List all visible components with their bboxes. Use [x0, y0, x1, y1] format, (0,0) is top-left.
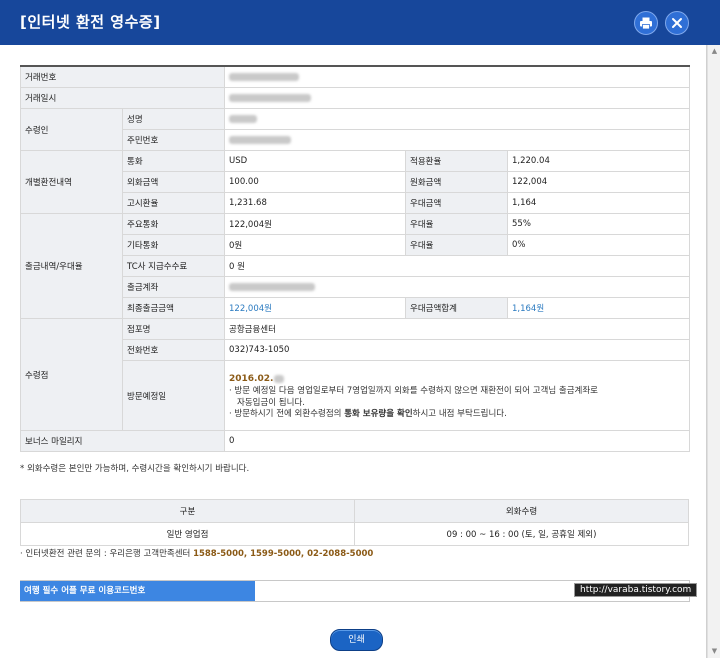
- pref-rate2-label: 우대율: [405, 234, 508, 256]
- watermark: http://varaba.tistory.com: [574, 583, 698, 597]
- print-icon: [640, 17, 652, 30]
- main-currency-label: 주요통화: [122, 213, 225, 235]
- other-currency-label: 기타통화: [122, 234, 225, 256]
- scroll-down-arrow-icon[interactable]: ▼: [708, 645, 720, 658]
- krw-amount-value: 122,004: [506, 171, 691, 193]
- pickup-branch-label: 수령점: [20, 318, 123, 431]
- account-label: 출금계좌: [122, 276, 225, 298]
- final-amount-label: 최종출금금액: [122, 297, 225, 319]
- hours-row-time: 09 : 00 ~ 16 : 00 (토, 일, 공휴일 제외): [354, 522, 689, 546]
- pickup-note: * 외화수령은 본인만 가능하며, 수령시간을 확인하시기 바랍니다.: [20, 464, 250, 474]
- table-row: 수령인 성명: [20, 108, 691, 151]
- bonus-mileage-label: 보너스 마일리지: [20, 430, 225, 452]
- tc-fee-label: TC사 지급수수료: [122, 255, 225, 277]
- visit-note-1b: 자동입금이 됩니다.: [237, 397, 305, 408]
- tc-fee-value: 0 원: [223, 255, 691, 277]
- pref-rate-label: 우대율: [405, 213, 508, 235]
- txn-no-label: 거래번호: [20, 65, 225, 88]
- exchange-label: 개별환전내역: [20, 150, 123, 214]
- other-currency-value: 0원: [224, 234, 406, 256]
- inquiry-note: · 인터넷환전 관련 문의 : 우리은행 고객만족센터 1588-5000, 1…: [20, 547, 373, 559]
- visit-date-label: 방문예정일: [122, 360, 225, 431]
- txn-no-value: [223, 65, 691, 88]
- table-row: 개별환전내역 통화 USD 적용환율 1,220.04: [20, 150, 691, 214]
- table-row: 일반 영업점 09 : 00 ~ 16 : 00 (토, 일, 공휴일 제외): [20, 522, 689, 546]
- print-submit-button[interactable]: 인쇄: [330, 629, 383, 651]
- visit-note-2a: 방문하시기 전에 외환수령점의: [234, 409, 345, 420]
- main-currency-value: 122,004원: [224, 213, 406, 235]
- print-button[interactable]: [634, 11, 658, 35]
- txn-date-label: 거래일시: [20, 87, 225, 109]
- table-row: 거래번호: [20, 65, 691, 88]
- applied-rate-label: 적용환율: [405, 150, 508, 172]
- pref-rate-value: 55%: [506, 213, 691, 235]
- krw-amount-label: 원화금액: [405, 171, 508, 193]
- visit-note-2c: 하시고 내점 부탁드립니다.: [412, 409, 507, 420]
- close-button[interactable]: [665, 11, 689, 35]
- bonus-mileage-value: 0: [223, 430, 691, 452]
- visit-note-2b: 통화 보유량을 확인: [344, 409, 413, 420]
- hours-row-type: 일반 영업점: [20, 522, 355, 546]
- visit-note-1: 방문 예정일 다음 영업일로부터 7영업일까지 외화를 수령하지 않으면 재환전…: [234, 386, 598, 397]
- notice-rate-label: 고시환율: [122, 192, 225, 214]
- pref-total-label: 우대금액합계: [405, 297, 508, 319]
- close-icon: [672, 18, 682, 28]
- phone-value: 032)743-1050: [223, 339, 691, 361]
- hours-header-time: 외화수령: [354, 499, 689, 523]
- account-value: [223, 276, 691, 298]
- final-amount-value: 122,004원: [224, 297, 406, 319]
- inquiry-prefix: · 인터넷환전 관련 문의 : 우리은행 고객만족센터: [20, 549, 194, 559]
- branch-name-value: 공항금융센터: [223, 318, 691, 340]
- table-row: 거래일시: [20, 87, 691, 109]
- notice-rate-value: 1,231.68: [224, 192, 406, 214]
- visit-date-cell: 2016.02. · 방문 예정일 다음 영업일로부터 7영업일까지 외화를 수…: [223, 360, 691, 431]
- txn-date-value: [223, 87, 691, 109]
- resident-no-label: 주민번호: [122, 129, 225, 151]
- pref-amount-label: 우대금액: [405, 192, 508, 214]
- currency-label: 통화: [122, 150, 225, 172]
- fx-amount-label: 외화금액: [122, 171, 225, 193]
- receipt-table: 거래번호 거래일시 수령인 성명 주민번호 개별환전내역 통화 USD 적용환율…: [20, 65, 691, 452]
- table-row: 출금내역/우대율 주요통화 122,004원 우대율 55%: [20, 213, 691, 319]
- title-bar: [인터넷 환전 영수증]: [0, 0, 720, 45]
- pref-rate2-value: 0%: [506, 234, 691, 256]
- window-title: [인터넷 환전 영수증]: [20, 13, 161, 31]
- table-row: 보너스 마일리지 0: [20, 430, 691, 452]
- applied-rate-value: 1,220.04: [506, 150, 691, 172]
- travel-app-code-label: 여행 필수 어플 무료 이용코드번호: [20, 581, 255, 601]
- withdraw-label: 출금내역/우대율: [20, 213, 123, 319]
- hours-header-type: 구분: [20, 499, 355, 523]
- name-value: [223, 108, 691, 130]
- scroll-up-arrow-icon[interactable]: ▲: [708, 45, 720, 58]
- inquiry-phones: 1588-5000, 1599-5000, 02-2088-5000: [193, 549, 374, 559]
- branch-name-label: 점포명: [122, 318, 225, 340]
- currency-value: USD: [224, 150, 406, 172]
- vertical-scrollbar[interactable]: ▲ ▼: [707, 45, 720, 658]
- pref-total-value: 1,164원: [506, 297, 691, 319]
- name-label: 성명: [122, 108, 225, 130]
- table-row: 수령점 점포명 공항금융센터: [20, 318, 691, 431]
- recipient-label: 수령인: [20, 108, 123, 151]
- pickup-hours-table: 구분 외화수령 일반 영업점 09 : 00 ~ 16 : 00 (토, 일, …: [20, 499, 689, 546]
- pref-amount-value: 1,164: [506, 192, 691, 214]
- fx-amount-value: 100.00: [224, 171, 406, 193]
- resident-no-value: [223, 129, 691, 151]
- phone-label: 전화번호: [122, 339, 225, 361]
- table-row: 구분 외화수령: [20, 499, 689, 523]
- visit-date-value: 2016.02.: [229, 374, 274, 385]
